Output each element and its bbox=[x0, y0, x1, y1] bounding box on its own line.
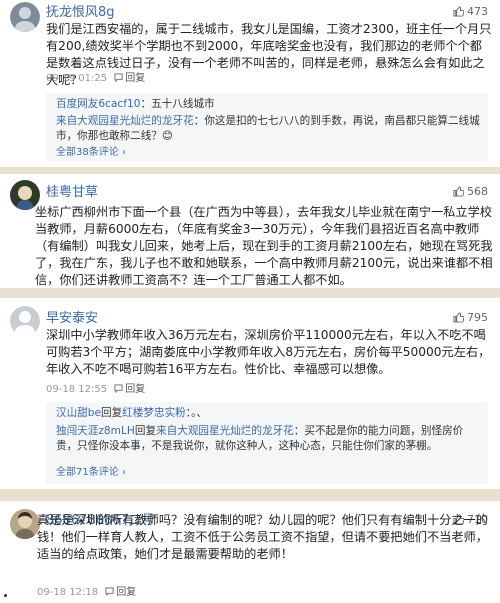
subreply-item: 百度网友6cacf10：五十八线城市 bbox=[56, 98, 215, 110]
comment-time: 09-19 01:25 bbox=[46, 73, 108, 84]
like-count: 568 bbox=[467, 185, 488, 198]
comment-card-4: 8686786867二号 710 真是是深圳的所有教师吗？没有编制的呢？幼儿园的… bbox=[0, 501, 500, 603]
reply-icon bbox=[114, 73, 123, 83]
like-button[interactable]: 795 bbox=[453, 311, 488, 325]
reply-button[interactable]: 回复 bbox=[114, 384, 145, 395]
divider bbox=[0, 167, 500, 174]
subreply-username[interactable]: 独闯天涯z8mLH bbox=[56, 425, 135, 437]
comment-meta: 09-18 12:18 回复 bbox=[37, 587, 136, 599]
scroll-indicator bbox=[4, 594, 7, 597]
comment-meta: 09-18 12:55 回复 bbox=[46, 384, 145, 396]
avatar[interactable] bbox=[10, 2, 40, 32]
subreply-text: 五十八线城市 bbox=[151, 98, 215, 110]
comment-username[interactable]: 桂粤甘草 bbox=[46, 185, 98, 201]
comment-meta: 09-19 01:25 回复 bbox=[46, 73, 145, 85]
subreply-item: 来自大观园星光灿烂的龙牙花：你这是扣的七七八八的到手数，再说，南昌都只能算二线城… bbox=[56, 115, 480, 142]
comment-body: 深圳中小学教师年收入36万元左右，深圳房价平110000元左右，年以入不吃不喝可… bbox=[46, 328, 491, 376]
subreply-username[interactable]: 汉山甜be bbox=[56, 407, 101, 419]
subreply-item: 独闯天涯z8mLH回复来自大观园星光灿烂的龙牙花：买不起是你的能力问题，别怪房价… bbox=[56, 425, 464, 452]
comment-time: 09-18 12:18 bbox=[37, 587, 99, 598]
subreply-target[interactable]: 来自大观园星光灿烂的龙牙花 bbox=[156, 425, 294, 437]
divider bbox=[0, 489, 500, 501]
comment-body: 坐标广西柳州市下面一个县（在广西为中等县），去年我女儿毕业就在南宁一私立学校当教… bbox=[35, 205, 493, 287]
like-button[interactable]: 568 bbox=[453, 185, 488, 199]
subreply-box: 汉山甜be回复红楼梦忠实粉：。、 独闯天涯z8mLH回复来自大观园星光灿烂的龙牙… bbox=[46, 402, 488, 484]
thumbs-up-icon bbox=[453, 186, 465, 197]
reply-button[interactable]: 回复 bbox=[114, 73, 145, 84]
like-count: 473 bbox=[467, 5, 488, 18]
subreply-username[interactable]: 百度网友6cacf10 bbox=[56, 98, 140, 110]
comment-time: 09-18 12:55 bbox=[46, 384, 108, 395]
divider bbox=[0, 288, 500, 298]
comment-body: 真是是深圳的所有教师吗？没有编制的呢？幼儿园的呢？他们只有有编制十分之一的钱！他… bbox=[37, 513, 488, 561]
subreply-username[interactable]: 来自大观园星光灿烂的龙牙花 bbox=[56, 115, 194, 127]
comment-card-2: 桂粤甘草 568 坐标广西柳州市下面一个县（在广西为中等县），去年我女儿毕业就在… bbox=[0, 174, 500, 288]
subreply-box: 百度网友6cacf10：五十八线城市 来自大观园星光灿烂的龙牙花：你这是扣的七七… bbox=[46, 93, 488, 161]
comment-username[interactable]: 抚龙恨风8g bbox=[46, 5, 115, 21]
avatar[interactable] bbox=[10, 509, 40, 539]
view-all-comments-link[interactable]: 全部38条评论 › bbox=[56, 146, 126, 159]
comment-card-3: 早安泰安 795 深圳中小学教师年收入36万元左右，深圳房价平110000元左右… bbox=[0, 298, 500, 489]
like-count: 795 bbox=[467, 311, 488, 324]
comment-username[interactable]: 早安泰安 bbox=[46, 311, 98, 327]
subreply-target[interactable]: 红楼梦忠实粉 bbox=[122, 407, 186, 419]
reply-icon bbox=[105, 587, 114, 597]
reply-icon bbox=[114, 384, 123, 394]
reply-button[interactable]: 回复 bbox=[105, 587, 136, 598]
thumbs-up-icon bbox=[453, 312, 465, 323]
avatar[interactable] bbox=[10, 306, 40, 336]
subreply-item: 汉山甜be回复红楼梦忠实粉：。、 bbox=[56, 407, 207, 419]
like-button[interactable]: 473 bbox=[453, 5, 488, 19]
thumbs-up-icon bbox=[453, 6, 465, 17]
comment-card-1: 抚龙恨风8g 473 我们是江西安福的，属于二线城市，我女儿是国编，工资才230… bbox=[0, 0, 500, 167]
view-all-comments-link[interactable]: 全部71条评论 › bbox=[56, 466, 126, 479]
subreply-text: 。、 bbox=[191, 407, 207, 419]
